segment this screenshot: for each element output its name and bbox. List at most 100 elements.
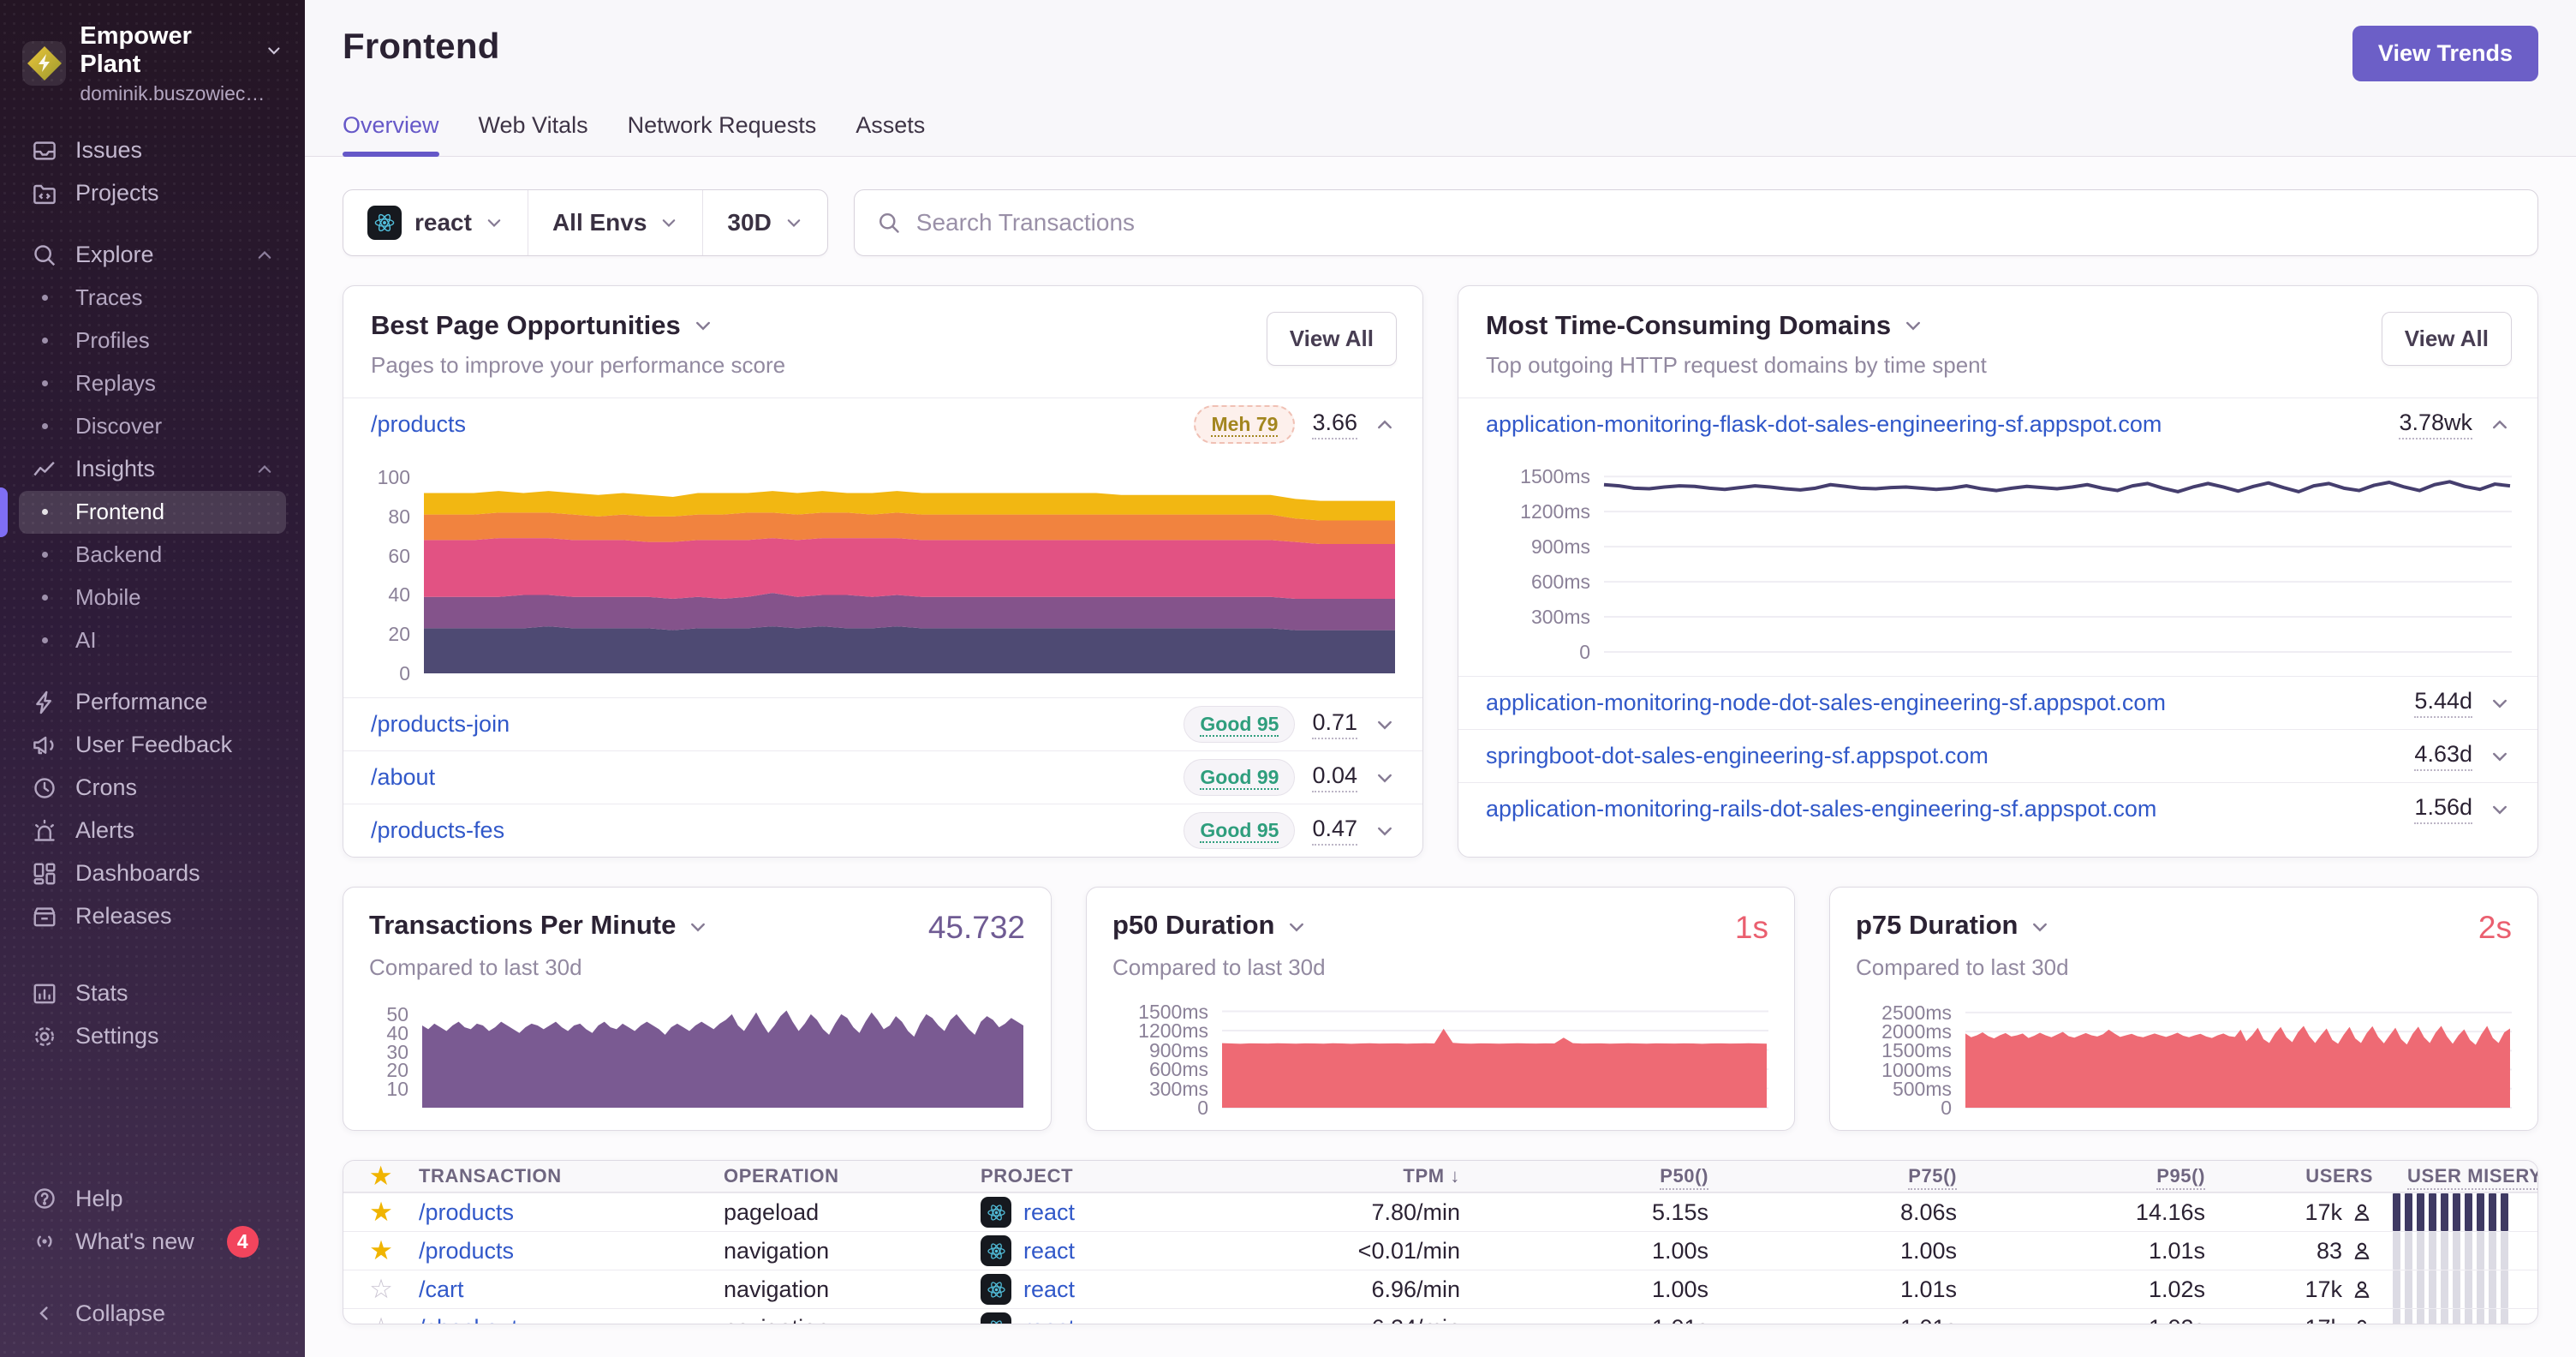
project-link[interactable]: react — [1023, 1238, 1075, 1264]
tpm-card-title[interactable]: Transactions Per Minute — [369, 910, 676, 941]
project-link[interactable]: react — [1023, 1276, 1075, 1303]
p95-value: 1.02s — [2148, 1276, 2205, 1302]
chevron-down-icon[interactable] — [1374, 821, 1395, 841]
chevron-down-icon[interactable] — [2490, 693, 2510, 714]
sidebar-item-profiles[interactable]: Profiles — [19, 320, 286, 362]
sidebar-item-backend[interactable]: Backend — [19, 534, 286, 577]
page-link[interactable]: /about — [371, 764, 435, 791]
sidebar-item-crons[interactable]: Crons — [19, 767, 286, 810]
chevron-down-icon[interactable] — [1374, 768, 1395, 788]
search-transactions-input[interactable] — [915, 209, 2515, 236]
domain-time-spent[interactable]: 3.78wk — [2399, 409, 2472, 439]
sidebar-item-releases[interactable]: Releases — [19, 895, 286, 938]
date-range-filter[interactable]: 30D — [702, 190, 826, 255]
transaction-link[interactable]: /products — [419, 1238, 724, 1264]
column-project[interactable]: PROJECT — [981, 1165, 1263, 1187]
opportunity-score[interactable]: 0.71 — [1312, 709, 1357, 739]
time-consuming-domains-title[interactable]: Most Time-Consuming Domains — [1486, 310, 2510, 341]
sidebar-item-traces[interactable]: Traces — [19, 277, 286, 320]
react-project-icon — [981, 1235, 1011, 1266]
sidebar-collapse-button[interactable]: Collapse — [19, 1292, 286, 1335]
tab-network-requests[interactable]: Network Requests — [628, 112, 817, 156]
project-link[interactable]: react — [1023, 1199, 1075, 1226]
environment-filter[interactable]: All Envs — [527, 190, 702, 255]
favorite-star[interactable]: ☆ — [343, 1312, 419, 1324]
view-all-domains-button[interactable]: View All — [2381, 312, 2512, 366]
p75-card-title[interactable]: p75 Duration — [1856, 910, 2018, 941]
org-switcher[interactable]: Empower Plant dominik.buszowiec… — [19, 17, 286, 112]
opportunity-score[interactable]: 0.47 — [1312, 816, 1357, 846]
opportunity-score[interactable]: 3.66 — [1312, 409, 1357, 439]
chevron-up-icon[interactable] — [2490, 415, 2510, 435]
domain-time-spent[interactable]: 4.63d — [2414, 741, 2472, 771]
sidebar-item-mobile[interactable]: Mobile — [19, 577, 286, 619]
sidebar-item-help[interactable]: Help — [19, 1177, 286, 1220]
chevron-down-icon[interactable] — [2030, 917, 2050, 937]
tab-assets[interactable]: Assets — [856, 112, 925, 156]
transaction-link[interactable]: /products — [419, 1199, 724, 1226]
view-all-pages-button[interactable]: View All — [1266, 312, 1397, 366]
sidebar-item-whats-new[interactable]: What's new 4 — [19, 1220, 286, 1263]
sidebar-item-discover[interactable]: Discover — [19, 405, 286, 448]
chevron-down-icon[interactable] — [2490, 799, 2510, 820]
graph-icon — [31, 457, 58, 482]
sidebar-item-projects[interactable]: Projects — [19, 172, 286, 215]
favorite-star[interactable]: ☆ — [343, 1274, 419, 1305]
domain-time-spent[interactable]: 1.56d — [2414, 794, 2472, 824]
column-p50[interactable]: P50() — [1460, 1165, 1708, 1190]
project-filter-value: react — [414, 209, 472, 236]
chevron-up-icon[interactable] — [1374, 415, 1395, 435]
chevron-down-icon[interactable] — [1286, 917, 1307, 937]
column-user-misery[interactable]: USER MISERY — [2373, 1165, 2537, 1190]
sidebar-item-settings[interactable]: Settings — [19, 1015, 286, 1058]
domain-link[interactable]: application-monitoring-flask-dot-sales-e… — [1486, 411, 2162, 438]
favorite-star[interactable]: ★ — [343, 1235, 419, 1266]
project-link[interactable]: react — [1023, 1315, 1075, 1324]
sidebar-item-issues[interactable]: Issues — [19, 129, 286, 172]
sidebar-item-replays[interactable]: Replays — [19, 362, 286, 405]
chevron-down-icon[interactable] — [1374, 714, 1395, 735]
transaction-link[interactable]: /cart — [419, 1276, 724, 1303]
column-users[interactable]: USERS — [2205, 1165, 2373, 1187]
sidebar-item-insights[interactable]: Insights — [19, 448, 286, 491]
domain-link[interactable]: application-monitoring-node-dot-sales-en… — [1486, 690, 2166, 716]
project-filter[interactable]: react — [343, 190, 528, 255]
sidebar-item-label: Insights — [75, 456, 156, 482]
column-p95[interactable]: P95() — [1957, 1165, 2205, 1190]
page-link[interactable]: /products-join — [371, 711, 510, 738]
opportunity-score[interactable]: 0.04 — [1312, 762, 1357, 792]
help-icon — [31, 1186, 58, 1211]
sidebar-item-performance[interactable]: Performance — [19, 681, 286, 724]
transaction-link[interactable]: /checkout — [419, 1315, 724, 1324]
sidebar-item-label: Discover — [75, 413, 163, 439]
page-link[interactable]: /products-fes — [371, 817, 504, 844]
best-page-opportunities-title[interactable]: Best Page Opportunities — [371, 310, 1395, 341]
chevron-down-icon[interactable] — [688, 917, 708, 937]
domain-time-spent[interactable]: 5.44d — [2414, 688, 2472, 718]
favorite-column-star-icon[interactable]: ★ — [343, 1161, 419, 1192]
domain-link[interactable]: springboot-dot-sales-engineering-sf.apps… — [1486, 743, 1989, 769]
sidebar-item-frontend[interactable]: Frontend — [0, 487, 286, 537]
sidebar-item-dashboards[interactable]: Dashboards — [19, 852, 286, 895]
sidebar-item-alerts[interactable]: Alerts — [19, 810, 286, 852]
user-misery-bars — [2373, 1232, 2537, 1270]
tab-web-vitals[interactable]: Web Vitals — [479, 112, 588, 156]
page-score-stacked-chart: 100 80 60 40 20 0 — [369, 463, 1397, 684]
sidebar-item-ai[interactable]: AI — [19, 619, 286, 662]
react-project-icon — [981, 1274, 1011, 1305]
sidebar-item-user-feedback[interactable]: User Feedback — [19, 724, 286, 767]
domain-duration-line-chart: 1500ms 1200ms 900ms 600ms 300ms 0 — [1484, 463, 2512, 663]
chevron-down-icon[interactable] — [2490, 746, 2510, 767]
domain-link[interactable]: application-monitoring-rails-dot-sales-e… — [1486, 796, 2156, 822]
column-transaction[interactable]: TRANSACTION — [419, 1165, 724, 1187]
column-tpm[interactable]: TPM ↓ — [1263, 1165, 1460, 1187]
column-operation[interactable]: OPERATION — [724, 1165, 981, 1187]
column-p75[interactable]: P75() — [1708, 1165, 1957, 1190]
favorite-star[interactable]: ★ — [343, 1197, 419, 1228]
p50-card-title[interactable]: p50 Duration — [1112, 910, 1274, 941]
sidebar-item-stats[interactable]: Stats — [19, 972, 286, 1015]
tab-overview[interactable]: Overview — [343, 112, 439, 157]
view-trends-button[interactable]: View Trends — [2352, 26, 2538, 81]
page-link[interactable]: /products — [371, 411, 466, 438]
sidebar-item-explore[interactable]: Explore — [19, 234, 286, 277]
